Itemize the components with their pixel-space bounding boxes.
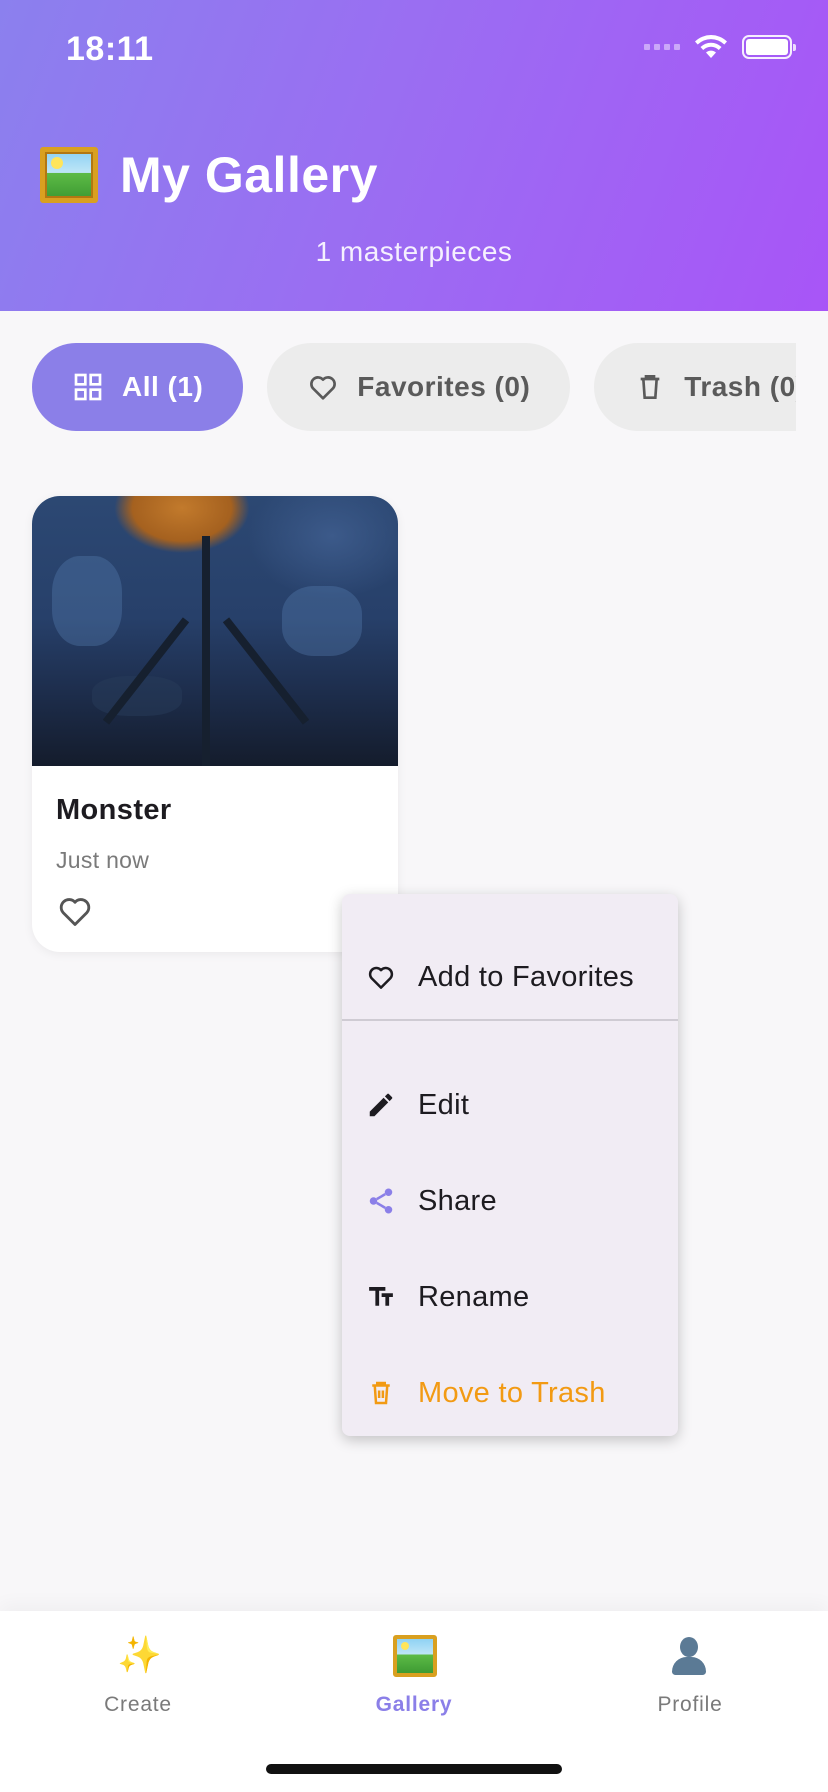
artwork-date: Just now [56,847,150,873]
text-format-icon [369,1287,393,1306]
nav-profile[interactable]: Profile [552,1611,828,1731]
menu-add-to-favorites[interactable]: Add to Favorites [342,933,678,1021]
artwork-count: 1 masterpieces [315,236,513,267]
filter-trash-label: Trash (0) [684,371,796,402]
menu-rename[interactable]: Rename [342,1253,678,1341]
menu-share-label: Share [418,1184,497,1217]
filter-favorites-chip[interactable]: Favorites (0) [267,343,571,431]
filter-favorites-label: Favorites (0) [357,371,531,402]
menu-edit-label: Edit [418,1088,470,1121]
menu-rename-label: Rename [418,1280,530,1313]
nav-profile-label: Profile [657,1693,723,1716]
grid-icon [74,373,102,401]
framed-picture-icon [393,1635,437,1677]
status-indicators [644,34,796,60]
favorite-heart-icon[interactable] [56,892,94,930]
sparkles-icon: ✨ [117,1634,162,1675]
status-time: 18:11 [66,30,154,68]
menu-divider [342,1019,678,1021]
share-icon [369,1188,393,1214]
pencil-icon [369,1093,393,1117]
heart-outline-icon [368,966,394,989]
framed-picture-icon [40,147,98,203]
trash-icon [372,1381,390,1405]
gallery-header: 18:11 My Gallery 1 masterpieces [0,0,828,311]
wifi-icon [695,35,727,58]
filter-all-label: All (1) [122,371,204,402]
artwork-title: Monster [56,794,172,826]
artwork-thumbnail[interactable] [32,496,398,766]
menu-move-to-trash-label: Move to Trash [418,1376,606,1409]
menu-add-to-favorites-label: Add to Favorites [418,960,634,993]
filter-chips: All (1) Favorites (0) Trash (0) [32,343,796,433]
person-silhouette-icon [669,1635,711,1675]
title-row: My Gallery [40,146,378,204]
nav-create-label: Create [104,1693,172,1716]
page-title: My Gallery [120,147,378,203]
artwork-card[interactable]: Monster Just now [32,496,398,952]
artwork-context-menu: Add to Favorites Edit Share Rename Move … [342,894,678,1436]
menu-share[interactable]: Share [342,1157,678,1245]
nav-create[interactable]: ✨ Create [0,1611,276,1731]
heart-outline-icon [310,376,337,400]
nav-gallery[interactable]: Gallery [276,1611,552,1731]
trash-icon [640,375,660,399]
cellular-signal-icon [644,44,680,50]
menu-move-to-trash[interactable]: Move to Trash [342,1349,678,1437]
filter-trash-chip[interactable]: Trash (0) [594,343,796,431]
menu-edit[interactable]: Edit [342,1061,678,1149]
filter-all-chip[interactable]: All (1) [32,343,244,431]
battery-icon [742,35,796,59]
nav-gallery-label: Gallery [375,1693,453,1716]
home-indicator[interactable] [266,1764,562,1774]
